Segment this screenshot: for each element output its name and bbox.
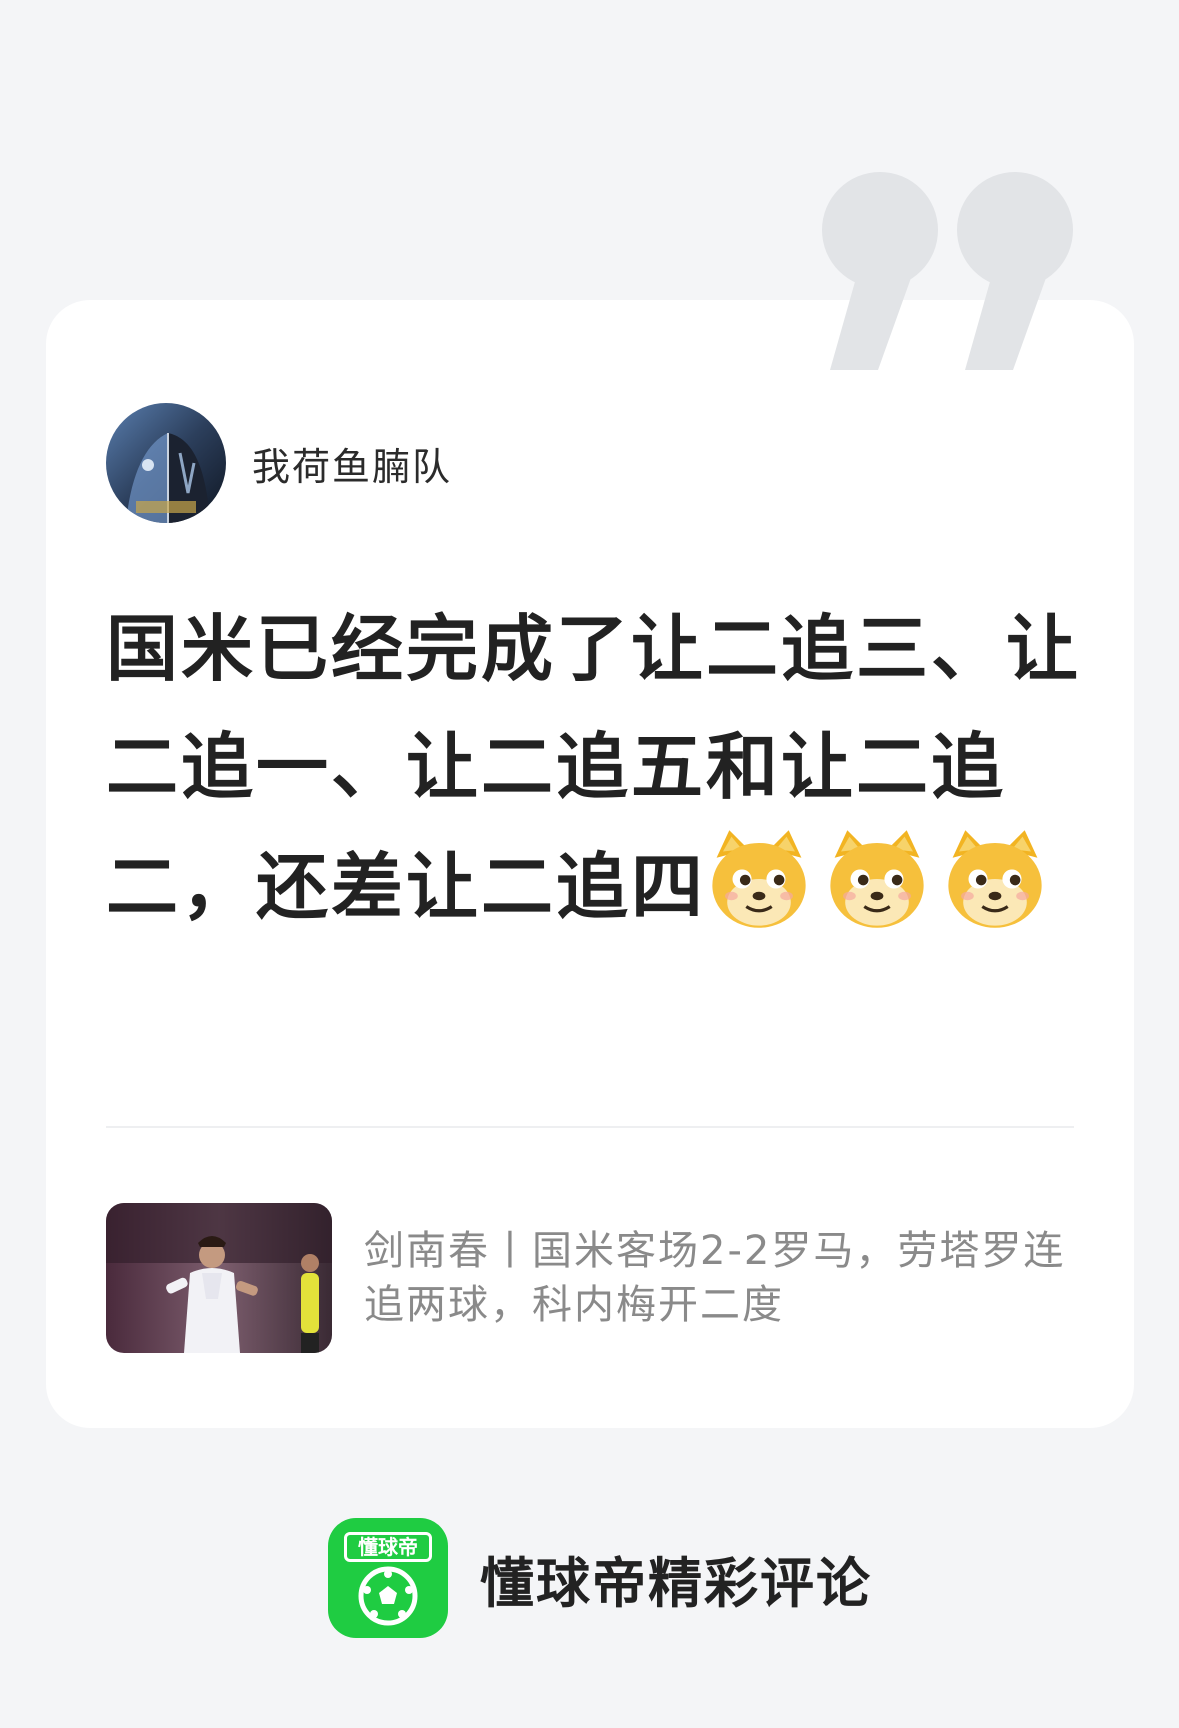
- comment-text-block: 国米已经完成了让二追三、让二追一、让二追五和让二追二，还差让二追四: [106, 590, 1086, 946]
- doge-emoji-icon: [712, 830, 806, 928]
- divider: [106, 1126, 1074, 1128]
- doge-emoji-icon: [948, 830, 1042, 928]
- quote-mark-icon: [822, 172, 1073, 370]
- author-name[interactable]: 我荷鱼腩队: [252, 436, 452, 491]
- comment-card: 我荷鱼腩队 国米已经完成了让二追三、让二追一、让二追五和让二追二，还差让二追四: [46, 300, 1134, 1428]
- footer-branding: 懂球帝 懂球帝精彩评论: [328, 1518, 872, 1638]
- footer-title: 懂球帝精彩评论: [480, 1551, 872, 1615]
- avatar-image: [106, 403, 226, 523]
- related-article-link[interactable]: 剑南春丨国米客场2-2罗马，劳塔罗连追两球，科内梅开二度: [106, 1203, 1074, 1353]
- avatar[interactable]: [106, 403, 226, 523]
- article-thumbnail-image: [106, 1203, 332, 1353]
- app-logo-label: 懂球帝: [344, 1532, 432, 1562]
- emoji-row: [706, 830, 1060, 929]
- author-row[interactable]: 我荷鱼腩队: [106, 403, 452, 523]
- article-thumbnail[interactable]: [106, 1203, 332, 1353]
- article-title[interactable]: 剑南春丨国米客场2-2罗马，劳塔罗连追两球，科内梅开二度: [364, 1224, 1074, 1332]
- app-logo-icon: 懂球帝: [328, 1518, 448, 1638]
- doge-emoji-icon: [830, 830, 924, 928]
- soccer-ball-icon: [358, 1566, 418, 1626]
